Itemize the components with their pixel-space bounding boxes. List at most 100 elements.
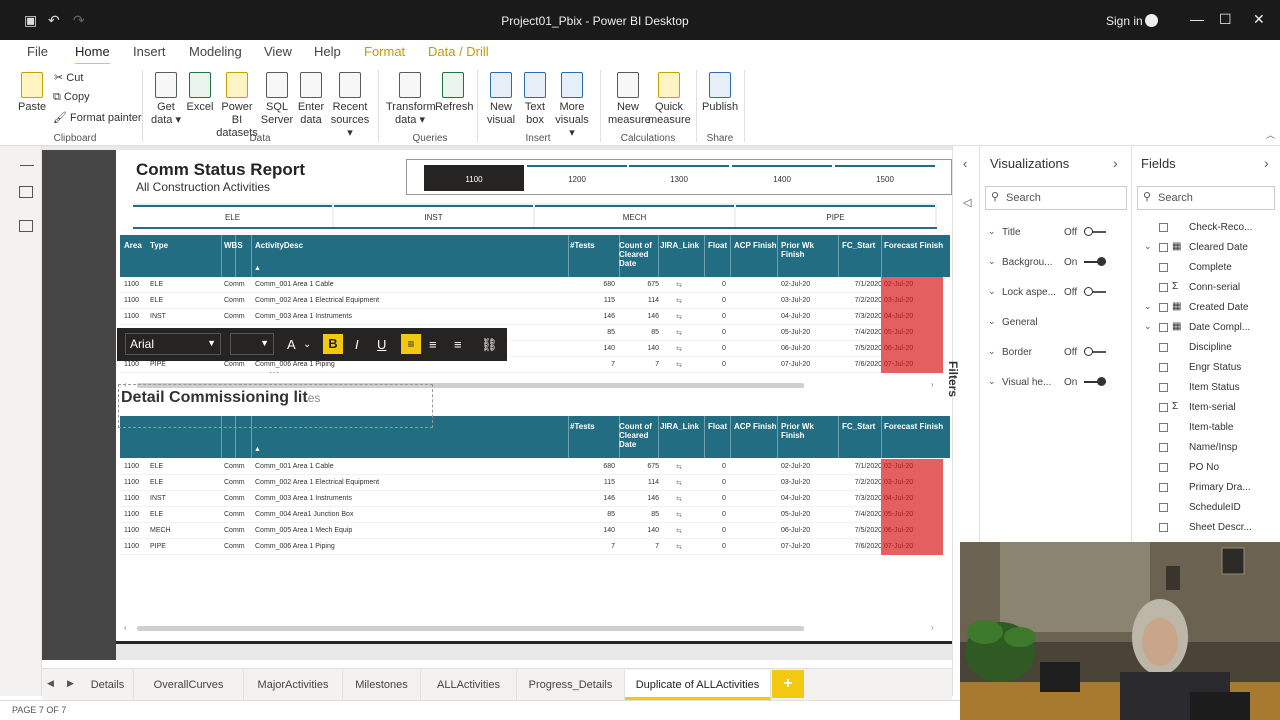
report-subtitle[interactable]: All Construction Activities [136, 180, 270, 194]
field-item[interactable]: Complete [1140, 260, 1280, 280]
field-item[interactable]: PO No [1140, 460, 1280, 480]
field-checkbox[interactable] [1159, 243, 1168, 252]
tab-format[interactable]: Format [364, 44, 405, 59]
format-section-row[interactable]: ⌄ Lock aspe... Off [988, 284, 1123, 304]
field-item[interactable]: ⌄ ▦ Cleared Date [1140, 240, 1280, 260]
field-checkbox[interactable] [1159, 423, 1168, 432]
excel-button[interactable]: Excel [186, 72, 214, 114]
field-item[interactable]: Item Status [1140, 380, 1280, 400]
text-box-visual[interactable]: Detail Commissioning lites ··· [118, 367, 433, 428]
type-slicer[interactable]: ELE INST MECH PIPE [133, 203, 937, 229]
link-icon[interactable]: ⛓ [481, 337, 498, 353]
table-row[interactable]: 1100 PIPE Comm Comm_006 Area 1 Piping 7 7 ⇆ 0 07… [120, 539, 943, 555]
page-tab-milestones[interactable]: Milestones [343, 670, 421, 700]
type-slicer-item[interactable]: ELE [133, 205, 332, 227]
field-checkbox[interactable] [1159, 463, 1168, 472]
model-view-icon[interactable] [19, 220, 33, 232]
chevron-down-icon[interactable]: ⌄ [988, 376, 996, 387]
field-item[interactable]: Σ Conn-serial [1140, 280, 1280, 300]
chevron-down-icon[interactable]: ⌄ [988, 286, 996, 297]
jira-link-icon[interactable]: ⇆ [676, 345, 682, 353]
tab-home[interactable]: Home [75, 44, 110, 65]
cut-button[interactable]: ✂ Cut [54, 71, 83, 84]
recent-sources-button[interactable]: Recent sources ▾ [328, 72, 372, 140]
field-checkbox[interactable] [1159, 403, 1168, 412]
close-icon[interactable]: ✕ [1253, 11, 1265, 28]
field-item[interactable]: Sheet Descr... [1140, 520, 1280, 540]
table-row[interactable]: 1100 MECH Comm Comm_005 Area 1 Mech Equip 14… [120, 523, 943, 539]
format-section-row[interactable]: ⌄ General [988, 314, 1123, 334]
field-item[interactable]: Item-table [1140, 420, 1280, 440]
tab-insert[interactable]: Insert [133, 44, 166, 59]
column-header[interactable]: #Tests [570, 422, 615, 431]
jira-link-icon[interactable]: ⇆ [676, 527, 682, 535]
toggle-switch[interactable] [1084, 287, 1106, 296]
field-item[interactable]: Primary Dra... [1140, 480, 1280, 500]
report-view-icon[interactable] [20, 154, 34, 166]
field-checkbox[interactable] [1159, 283, 1168, 292]
chevron-down-icon[interactable]: ⌄ [988, 346, 996, 357]
refresh-button[interactable]: Refresh [435, 72, 474, 114]
jira-link-icon[interactable]: ⇆ [676, 313, 682, 321]
expand-icon[interactable]: ⌄ [1144, 321, 1152, 332]
tab-file[interactable]: File [27, 44, 48, 59]
column-header[interactable]: JIRA_Link [660, 241, 705, 250]
italic-button[interactable]: I [355, 337, 359, 352]
page-tab-details[interactable]: Details [82, 670, 134, 700]
field-checkbox[interactable] [1159, 383, 1168, 392]
align-center-icon[interactable]: ≡ [429, 337, 437, 352]
field-item[interactable]: Check-Reco... [1140, 220, 1280, 240]
page-tab-overallcurves[interactable]: OverallCurves [134, 670, 244, 700]
maximize-icon[interactable]: ☐ [1219, 11, 1232, 28]
field-checkbox[interactable] [1159, 263, 1168, 272]
field-item[interactable]: Discipline [1140, 340, 1280, 360]
column-header[interactable]: ACP Finish [734, 422, 778, 431]
area-slicer-item[interactable]: 1400 [732, 165, 832, 191]
type-slicer-item[interactable]: MECH [535, 205, 734, 227]
scroll-right-icon[interactable]: › [931, 380, 934, 389]
field-checkbox[interactable] [1159, 323, 1168, 332]
collapse-filters-icon[interactable]: ◁ [963, 196, 971, 209]
scroll-left-icon[interactable]: ‹ [124, 623, 127, 632]
column-header[interactable]: ACP Finish [734, 241, 778, 250]
new-visual-button[interactable]: New visual [484, 72, 518, 127]
field-item[interactable]: ⌄ ▦ Created Date [1140, 300, 1280, 320]
next-page-icon[interactable]: ▶ [67, 678, 74, 689]
table-row[interactable]: 1100 ELE Comm Comm_001 Area 1 Cable 680 675 ⇆ 0… [120, 459, 943, 475]
get-data-button[interactable]: Get data ▾ [148, 72, 184, 127]
more-options-icon[interactable]: ··· [269, 367, 279, 378]
sort-asc-icon[interactable]: ▲ [254, 265, 261, 272]
type-slicer-item[interactable]: INST [334, 205, 533, 227]
jira-link-icon[interactable]: ⇆ [676, 329, 682, 337]
align-right-icon[interactable]: ≡ [454, 337, 462, 352]
enter-data-button[interactable]: Enter data [296, 72, 326, 127]
add-page-button[interactable]: + [772, 670, 804, 698]
column-divider[interactable] [658, 416, 659, 458]
area-slicer-item[interactable]: 1200 [527, 165, 627, 191]
expand-icon[interactable]: ⌄ [1144, 301, 1152, 312]
format-section-row[interactable]: ⌄ Backgrou... On [988, 254, 1123, 274]
table-row[interactable]: 1100 ELE Comm Comm_002 Area 1 Electrical Eq… [120, 293, 943, 309]
bold-button[interactable]: B [323, 334, 343, 354]
field-item[interactable]: Engr Status [1140, 360, 1280, 380]
column-header[interactable]: ActivityDesc [255, 241, 555, 250]
column-header[interactable]: Type [150, 241, 220, 250]
column-header[interactable]: Count of Cleared Date [619, 241, 655, 268]
table-row[interactable]: 1100 INST Comm Comm_003 Area 1 Instruments 1… [120, 309, 943, 325]
text-box-content[interactable]: Detail Commissioning lites [121, 389, 320, 407]
column-divider[interactable] [568, 235, 569, 277]
sign-in-link[interactable]: Sign in [1106, 14, 1143, 28]
field-item[interactable]: Name/Insp [1140, 440, 1280, 460]
page-tab-progress-details[interactable]: Progress_Details [517, 670, 625, 700]
underline-button[interactable]: U [377, 337, 386, 352]
column-header[interactable]: #Tests [570, 241, 615, 250]
pbi-datasets-button[interactable]: Power BI datasets [216, 72, 258, 140]
toggle-switch[interactable] [1084, 257, 1106, 266]
copy-button[interactable]: ⧉ Copy [53, 91, 90, 104]
chevron-down-icon[interactable]: ⌄ [988, 256, 996, 267]
jira-link-icon[interactable]: ⇆ [676, 495, 682, 503]
table-horizontal-scrollbar[interactable] [137, 626, 804, 631]
filters-label[interactable]: Filters [946, 361, 960, 397]
column-header[interactable]: FC_Start [842, 422, 882, 431]
jira-link-icon[interactable]: ⇆ [676, 361, 682, 369]
